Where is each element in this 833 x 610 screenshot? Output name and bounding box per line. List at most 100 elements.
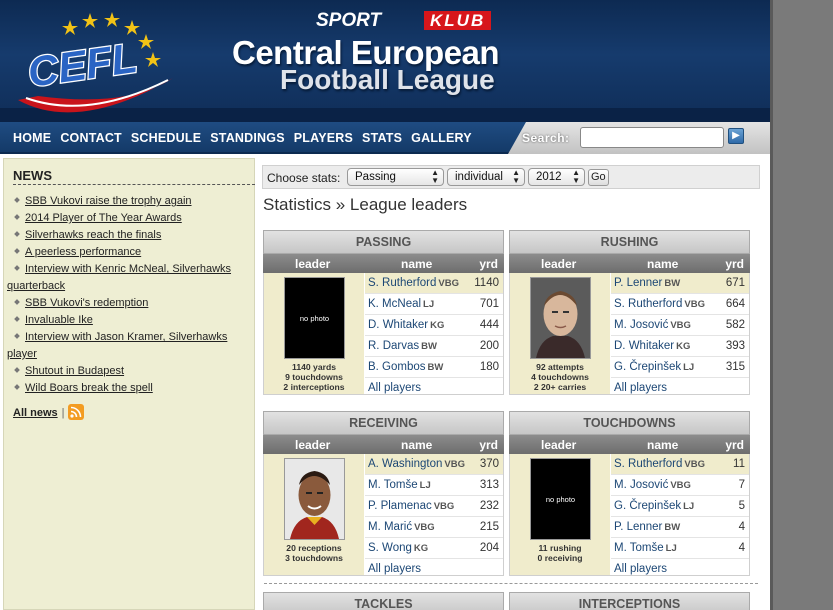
nav-home[interactable]: HOME [13,131,51,145]
team-code: LJ [683,362,695,373]
team-code: VBG [438,278,459,289]
player-link[interactable]: B. Gombos BW [368,361,443,373]
stat-value: 7 [738,479,745,491]
table-row: S. Rutherford VBG 664 [611,294,749,315]
news-link[interactable]: 2014 Player of The Year Awards [25,212,182,224]
leader-stats: 92 attempts 4 touchdowns 2 20+ carries [510,362,610,392]
go-button[interactable]: Go [588,169,609,186]
nav-schedule[interactable]: SCHEDULE [131,131,201,145]
all-players-link[interactable]: All players [614,563,667,575]
news-link[interactable]: Interview with Kenric McNeal, Silverhawk… [7,263,231,292]
player-link[interactable]: M. Tomše LJ [614,542,677,554]
player-link[interactable]: G. Črepinšek LJ [614,361,694,373]
cefl-logo[interactable]: CEFL [8,8,188,120]
nav-standings[interactable]: STANDINGS [210,131,285,145]
stat-value: 671 [725,277,745,289]
team-code: KG [413,543,429,554]
col-name: name [401,257,433,271]
sponsor-part2: KLUB [424,11,492,30]
table-row: G. Črepinšek LJ 5 [611,496,749,517]
panel-title: INTERCEPTIONS [509,592,750,610]
nav-players[interactable]: PLAYERS [294,131,353,145]
column-header: leader name yrd [509,254,750,273]
news-link[interactable]: SBB Vukovi's redemption [25,297,148,309]
main-content: Choose stats: Passing ▲ ▼ individual ▲ ▼ 201… [258,158,770,610]
all-news-link[interactable]: All news [13,407,58,419]
leader-line: 9 touchdowns [285,372,343,382]
stat-value: 664 [725,298,745,310]
news-link[interactable]: Interview with Jason Kramer, Silverhawks… [7,331,227,360]
news-link[interactable]: Shutout in Budapest [25,365,124,377]
panel-title: RUSHING [509,230,750,254]
player-photo: no photo [284,277,345,359]
stat-value: 701 [479,298,499,310]
window-edge [770,0,773,610]
stat-value: 4 [738,521,745,533]
stat-value: 1140 [474,277,499,289]
rushing-panel: RUSHING leader name yrd 92 attempts 4 to… [509,230,750,395]
rss-icon[interactable] [68,404,85,420]
news-link[interactable]: SBB Vukovi raise the trophy again [25,195,192,207]
leader-line: 1140 yards [292,362,336,372]
category-select[interactable]: Passing ▲ ▼ [347,168,444,186]
year-select[interactable]: 2012 ▲ ▼ [528,168,585,186]
mode-value: individual [455,171,503,183]
player-link[interactable]: S. Rutherford VBG [614,298,705,310]
news-link[interactable]: A peerless performance [25,246,141,258]
team-code: BW [427,362,444,373]
player-link[interactable]: R. Darvas BW [368,340,437,352]
player-link[interactable]: S. Wong KG [368,542,428,554]
table-row: B. Gombos BW 180 [365,357,503,378]
nav-contact[interactable]: CONTACT [60,131,122,145]
player-link[interactable]: M. Tomše LJ [368,479,431,491]
col-leader: leader [541,438,577,452]
player-link[interactable]: M. Marić VBG [368,521,435,533]
leader-stats: 1140 yards 9 touchdowns 2 interceptions [264,362,364,392]
table-row: S. Wong KG 204 [365,538,503,559]
leader-rows: P. Lenner BW 671 S. Rutherford VBG 664 M. Jo… [611,273,749,394]
all-players-link[interactable]: All players [368,382,421,394]
all-players-link[interactable]: All players [368,563,421,575]
player-link[interactable]: P. Lenner BW [614,521,680,533]
player-link[interactable]: D. Whitaker KG [614,340,690,352]
player-link[interactable]: K. McNeal LJ [368,298,434,310]
stat-value: 5 [738,500,745,512]
leader-line: 11 rushing [538,543,582,553]
nav-stats[interactable]: STATS [362,131,402,145]
news-link[interactable]: Silverhawks reach the finals [25,229,161,241]
player-link[interactable]: P. Plamenac VBG [368,500,454,512]
nav-gallery[interactable]: GALLERY [411,131,472,145]
leader-cell: no photo 1140 yards 9 touchdowns 2 inter… [264,273,364,394]
leader-rows: S. Rutherford VBG 11 M. Josović VBG 7 G. Čre… [611,454,749,575]
search-label: Search: [522,131,570,145]
search-go-button[interactable]: ▶ [728,128,744,144]
news-link[interactable]: Invaluable Ike [25,314,93,326]
col-leader: leader [541,257,577,271]
all-players-link[interactable]: All players [614,382,667,394]
panel-body: no photo 11 rushing 0 receiving S. Ruthe… [509,454,750,576]
player-link[interactable]: P. Lenner BW [614,277,680,289]
stat-value: 232 [479,500,499,512]
player-link[interactable]: M. Josović VBG [614,479,691,491]
leader-cell: 92 attempts 4 touchdowns 2 20+ carries [510,273,610,394]
search-input[interactable] [580,127,724,148]
player-link[interactable]: A. Washington VBG [368,458,465,470]
team-code: VBG [684,299,705,310]
stat-value: 215 [479,521,499,533]
player-link[interactable]: D. Whitaker KG [368,319,444,331]
player-link[interactable]: S. Rutherford VBG [368,277,459,289]
panel-title: TOUCHDOWNS [509,411,750,435]
player-link[interactable]: M. Josović VBG [614,319,691,331]
mode-select[interactable]: individual ▲ ▼ [447,168,525,186]
leader-cell: no photo 11 rushing 0 receiving [510,454,610,575]
player-link[interactable]: S. Rutherford VBG [614,458,705,470]
news-link[interactable]: Wild Boars break the spell [25,382,153,394]
stats-filter-form: Choose stats: Passing ▲ ▼ individual ▲ ▼ 201… [262,165,760,189]
select-arrows-icon: ▲ ▼ [431,168,439,185]
stat-value: 370 [479,458,499,470]
team-code: VBG [444,459,465,470]
panel-title: PASSING [263,230,504,254]
stat-value: 444 [479,319,499,331]
player-link[interactable]: G. Črepinšek LJ [614,500,694,512]
table-row: R. Darvas BW 200 [365,336,503,357]
